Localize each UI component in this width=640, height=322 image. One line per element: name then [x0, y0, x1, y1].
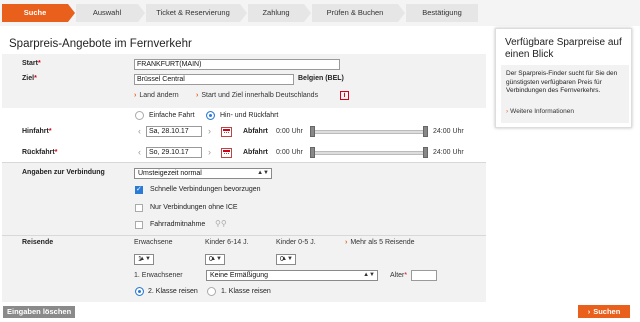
hinfahrt-label: Hinfahrt*	[22, 128, 52, 135]
progress-steps: Suche Auswahl Ticket & Reservierung Zahl…	[0, 0, 640, 26]
more-travellers-link[interactable]: › Mehr als 5 Reisende	[345, 239, 415, 246]
chevron-left-icon[interactable]: ‹	[135, 147, 144, 158]
reisende-label: Reisende	[22, 239, 54, 246]
rueckfahrt-mode: Abfahrt	[243, 149, 268, 156]
arrow-right-icon: ›	[587, 307, 591, 316]
step-zahlung: Zahlung	[248, 4, 311, 22]
info-box-body: Der Sparpreis-Finder sucht für Sie den g…	[501, 65, 629, 123]
transfer-time-select[interactable]: Umsteigezeit normal ▲▼	[134, 168, 272, 179]
start-label: Start*	[22, 60, 41, 67]
rueckfahrt-label: Rückfahrt*	[22, 149, 58, 156]
children-column-label: Kinder 6-14 J.	[205, 239, 249, 246]
search-button[interactable]: › Suchen	[578, 305, 630, 318]
infants-column-label: Kinder 0-5 J.	[276, 239, 316, 246]
start-input[interactable]: FRANKFURT(MAIN)	[134, 59, 340, 70]
age-label: Alter*	[390, 272, 408, 279]
rueckfahrt-date-input[interactable]: So, 29.10.17	[146, 147, 202, 158]
arrow-right-icon: ›	[345, 239, 348, 246]
clear-inputs-button[interactable]: Eingaben löschen	[3, 306, 76, 318]
discount-select[interactable]: Keine Ermäßigung ▲▼	[206, 270, 378, 281]
ziel-label: Ziel*	[22, 75, 37, 82]
info-box-title: Verfügbare Sparpreise auf einen Blick	[505, 37, 622, 60]
rueckfahrt-time-from: 0:00 Uhr	[276, 149, 303, 156]
chevron-right-icon[interactable]: ›	[205, 147, 214, 158]
hinfahrt-mode: Abfahrt	[243, 128, 268, 135]
single-trip-radio[interactable]	[135, 111, 144, 120]
fast-connections-label: Schnelle Verbindungen bevorzugen	[150, 186, 261, 193]
no-ice-label: Nur Verbindungen ohne ICE	[150, 204, 238, 211]
chevron-down-icon: ▲▼	[257, 170, 269, 176]
ziel-country: Belgien (BEL)	[298, 75, 344, 82]
return-trip-radio[interactable]	[206, 111, 215, 120]
adults-column-label: Erwachsene	[134, 239, 173, 246]
bike-checkbox[interactable]	[135, 221, 143, 229]
arrow-right-icon: ›	[506, 108, 509, 115]
step-pruefen-buchen: Prüfen & Buchen	[312, 4, 405, 22]
step-ticket-reservierung: Ticket & Reservierung	[146, 4, 247, 22]
arrow-right-icon: ›	[196, 92, 199, 99]
step-bestaetigung: Bestätigung	[406, 4, 478, 22]
infants-select[interactable]: 0 ▲▼	[276, 254, 296, 265]
class-1-radio[interactable]	[207, 287, 216, 296]
slider-handle-end[interactable]	[423, 147, 428, 158]
hinfahrt-time-to: 24:00 Uhr	[433, 128, 464, 135]
info-box-text: Der Sparpreis-Finder sucht für Sie den g…	[506, 70, 618, 94]
sparpreis-info-box: Verfügbare Sparpreise auf einen Blick De…	[495, 28, 632, 128]
class-2-label: 2. Klasse reisen	[148, 288, 198, 295]
step-auswahl: Auswahl	[76, 4, 145, 22]
page-title: Sparpreis-Angebote im Fernverkehr	[9, 38, 192, 50]
chevron-down-icon: ▲▼	[139, 256, 151, 262]
age-input[interactable]	[411, 270, 437, 281]
arrow-right-icon: ›	[134, 92, 137, 99]
rueckfahrt-time-to: 24:00 Uhr	[433, 149, 464, 156]
chevron-down-icon: ▲▼	[281, 256, 293, 262]
chevron-left-icon[interactable]: ‹	[135, 126, 144, 137]
rueckfahrt-time-slider[interactable]	[313, 151, 427, 155]
bicycle-icon: ⚲⚲	[215, 219, 227, 228]
slider-handle-end[interactable]	[423, 126, 428, 137]
hinfahrt-time-from: 0:00 Uhr	[276, 128, 303, 135]
class-2-radio[interactable]	[135, 287, 144, 296]
verbindung-label: Angaben zur Verbindung	[22, 169, 105, 176]
more-info-link[interactable]: › Weitere Informationen	[506, 108, 574, 115]
hinfahrt-date-input[interactable]: Sa, 28.10.17	[146, 126, 202, 137]
calendar-icon[interactable]	[221, 148, 232, 158]
ziel-input[interactable]: Brüssel Central	[134, 74, 294, 85]
land-aendern-link[interactable]: › Land ändern	[134, 92, 179, 99]
return-trip-label: Hin- und Rückfahrt	[220, 112, 279, 119]
class-1-label: 1. Klasse reisen	[221, 288, 271, 295]
info-icon[interactable]: i	[340, 91, 349, 100]
step-suche[interactable]: Suche	[2, 4, 75, 22]
no-ice-checkbox[interactable]	[135, 204, 143, 212]
hinfahrt-time-slider[interactable]	[313, 130, 427, 134]
first-adult-label: 1. Erwachsener	[134, 272, 183, 279]
fast-connections-checkbox[interactable]	[135, 185, 143, 194]
slider-handle-start[interactable]	[310, 147, 315, 158]
calendar-icon[interactable]	[221, 127, 232, 137]
slider-handle-start[interactable]	[310, 126, 315, 137]
chevron-right-icon[interactable]: ›	[205, 126, 214, 137]
children-select[interactable]: 0 ▲▼	[205, 254, 225, 265]
bike-label: Fahrradmitnahme	[150, 221, 206, 228]
chevron-down-icon: ▲▼	[210, 256, 222, 262]
start-ziel-deutschland-link[interactable]: › Start und Ziel innerhalb Deutschlands	[196, 92, 318, 99]
chevron-down-icon: ▲▼	[363, 272, 375, 278]
adults-select[interactable]: 1 ▲▼	[134, 254, 154, 265]
single-trip-label: Einfache Fahrt	[149, 112, 195, 119]
